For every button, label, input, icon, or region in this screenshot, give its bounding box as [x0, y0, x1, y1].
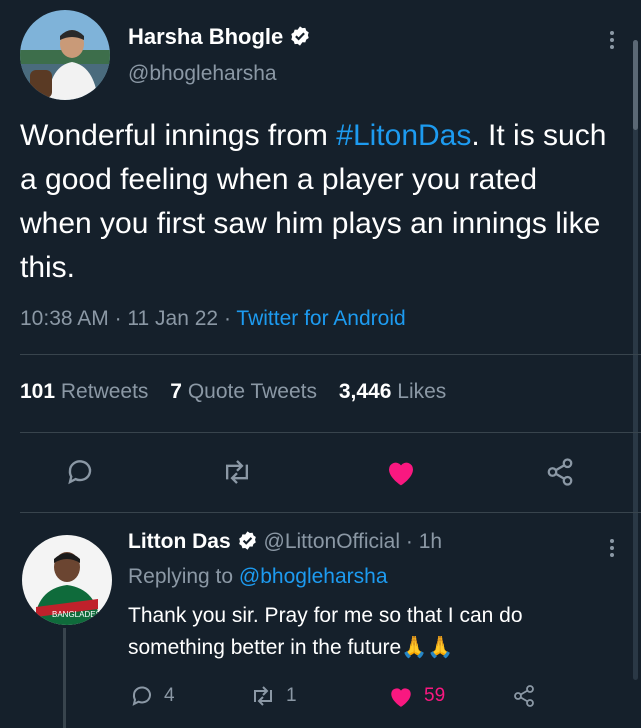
scrollbar-thumb[interactable] — [633, 40, 638, 130]
meta-separator: · — [405, 530, 413, 553]
tweet-text-part: Wonderful innings from — [20, 119, 337, 152]
retweets-count: 101 — [20, 380, 56, 403]
retweets-label: Retweets — [60, 380, 149, 403]
share-icon[interactable] — [543, 455, 577, 489]
author-name[interactable]: Harsha Bhogle — [128, 24, 283, 49]
divider — [20, 512, 641, 513]
reply-author-handle[interactable]: @LittonOfficial — [264, 530, 401, 553]
likes-count: 3,446 — [338, 380, 392, 403]
replying-to: Replying to @bhogleharsha — [128, 565, 388, 589]
tweet-source[interactable]: Twitter for Android — [236, 307, 405, 330]
reply-icon — [132, 686, 151, 706]
reply-more-options-icon[interactable] — [609, 536, 615, 560]
divider — [20, 432, 641, 433]
meta-separator: · — [114, 307, 122, 330]
reply-share-action[interactable] — [512, 682, 536, 710]
reply-author-avatar[interactable]: BANGLADESH — [22, 535, 112, 625]
quotes-label: Quote Tweets — [187, 380, 318, 403]
reply-time[interactable]: 1h — [419, 530, 442, 553]
likes-label: Likes — [397, 380, 447, 403]
like-icon[interactable] — [384, 455, 418, 489]
reply-icon[interactable] — [63, 455, 97, 489]
reply-text: Thank you sir. Pray for me so that I can… — [128, 600, 618, 664]
likes-stat[interactable]: 3,446 Likes — [339, 380, 446, 403]
retweet-icon[interactable] — [220, 455, 254, 489]
tweet-stats: 101 Retweets 7 Quote Tweets 3,446 Likes — [20, 380, 462, 404]
hashtag-link[interactable]: #LitonDas — [336, 119, 471, 152]
reply-retweet-count: 1 — [286, 685, 297, 706]
divider — [20, 354, 641, 355]
tweet-meta: 10:38 AM · 11 Jan 22 · Twitter for Andro… — [20, 307, 406, 331]
reply-like-action[interactable]: 59 — [388, 682, 445, 710]
reply-like-count: 59 — [424, 685, 446, 706]
praying-hands-emoji: 🙏🙏 — [401, 636, 454, 659]
share-icon — [514, 685, 534, 707]
jersey-text: BANGLADESH — [52, 610, 107, 619]
meta-separator: · — [223, 307, 231, 330]
quotes-count: 7 — [170, 380, 182, 403]
verified-badge-icon — [289, 25, 311, 53]
like-icon — [391, 688, 411, 707]
reply-header: Litton Das @LittonOfficial · 1h — [128, 530, 442, 557]
tweet-date[interactable]: 11 Jan 22 — [127, 307, 218, 330]
tweet-text: Wonderful innings from #LitonDas. It is … — [20, 114, 610, 290]
author-handle[interactable]: @bhogleharsha — [128, 62, 277, 86]
replying-label: Replying to — [128, 565, 234, 588]
author-name-row[interactable]: Harsha Bhogle — [128, 24, 311, 53]
verified-badge-icon — [237, 530, 258, 557]
reply-retweet-action[interactable]: 1 — [250, 682, 297, 710]
retweet-icon — [254, 686, 272, 706]
reply-reply-count: 4 — [164, 685, 175, 706]
author-avatar[interactable] — [20, 10, 110, 100]
thread-line — [63, 628, 66, 728]
scrollbar-track[interactable] — [633, 40, 638, 680]
quotes-stat[interactable]: 7 Quote Tweets — [170, 380, 317, 403]
reply-author-name[interactable]: Litton Das — [128, 530, 231, 553]
reply-text-body: Thank you sir. Pray for me so that I can… — [128, 604, 523, 659]
reply-reply-action[interactable]: 4 — [130, 682, 175, 710]
replying-handle-link[interactable]: @bhogleharsha — [239, 565, 388, 588]
more-options-icon[interactable] — [609, 28, 615, 52]
tweet-time[interactable]: 10:38 AM — [20, 307, 109, 330]
retweets-stat[interactable]: 101 Retweets — [20, 380, 148, 403]
